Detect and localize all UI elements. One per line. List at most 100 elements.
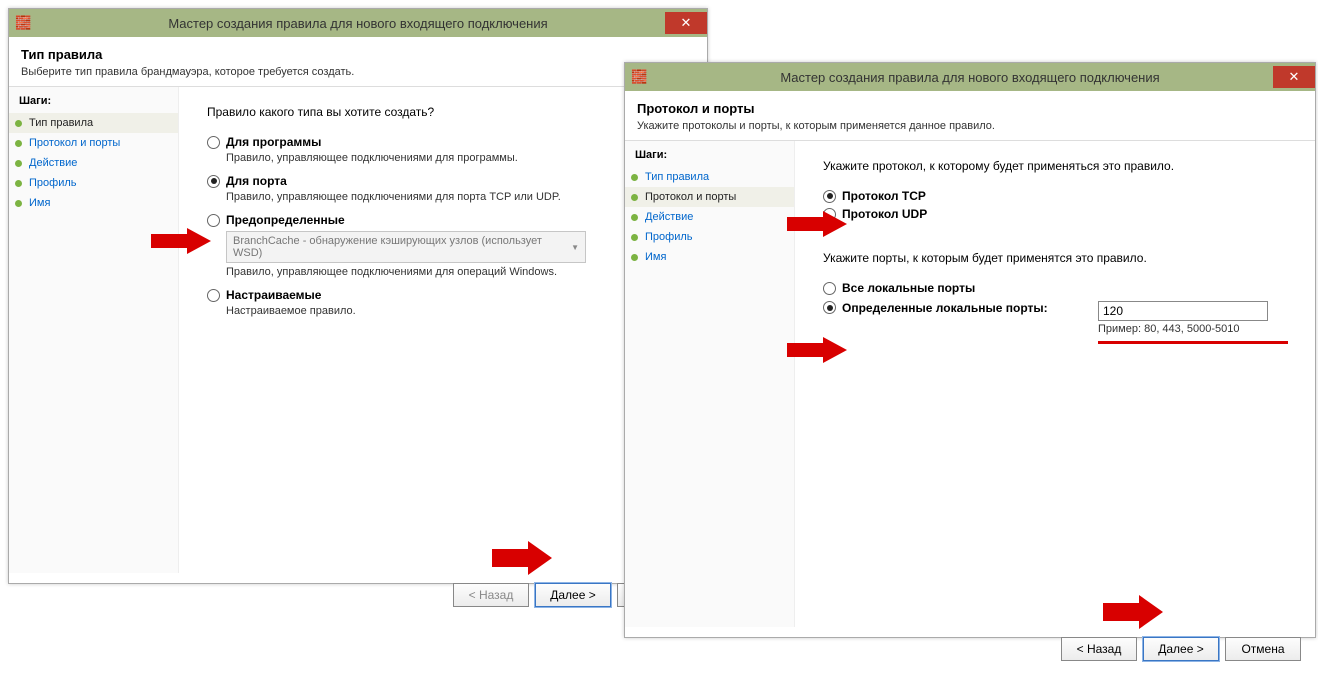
option-all-ports: Все локальные порты <box>823 281 1297 295</box>
step-protocol-ports[interactable]: Протокол и порты <box>9 133 178 153</box>
step-dot-icon <box>631 254 638 261</box>
radio-specific-ports[interactable] <box>823 301 836 314</box>
step-label: Профиль <box>645 231 693 243</box>
question-ports: Укажите порты, к которым будет применятс… <box>823 251 1297 265</box>
back-button[interactable]: < Назад <box>453 583 529 607</box>
step-dot-icon <box>631 214 638 221</box>
step-dot-icon <box>631 174 638 181</box>
option-label: Протокол TCP <box>842 189 926 203</box>
radio-all-ports[interactable] <box>823 282 836 295</box>
ports-input[interactable] <box>1098 301 1268 321</box>
wizard-body: Шаги: Тип правила Протокол и порты Дейст… <box>625 141 1315 627</box>
ports-example: Пример: 80, 443, 5000-5010 <box>1098 323 1288 335</box>
option-custom: Настраиваемые Настраиваемое правило. <box>207 288 689 317</box>
step-profile[interactable]: Профиль <box>625 227 794 247</box>
wizard-window-1: 🧱 Мастер создания правила для нового вхо… <box>8 8 708 584</box>
option-label: Определенные локальные порты: <box>842 301 1092 315</box>
option-row[interactable]: Для программы <box>207 135 689 149</box>
steps-heading: Шаги: <box>625 147 794 167</box>
close-button[interactable]: ✕ <box>1273 66 1315 88</box>
step-label: Протокол и порты <box>29 137 120 149</box>
steps-sidebar: Шаги: Тип правила Протокол и порты Дейст… <box>625 141 795 627</box>
back-button[interactable]: < Назад <box>1061 637 1137 661</box>
main-panel: Укажите протокол, к которому будет приме… <box>795 141 1315 627</box>
close-icon: ✕ <box>1289 69 1300 85</box>
wizard-buttons: < Назад Далее > Отмена <box>9 573 707 619</box>
step-label: Имя <box>29 197 50 209</box>
step-label: Имя <box>645 251 666 263</box>
steps-heading: Шаги: <box>9 93 178 113</box>
option-desc: Правило, управляющее подключениями для п… <box>226 191 689 203</box>
predefined-combo[interactable]: BranchCache - обнаружение кэширующих узл… <box>226 231 586 263</box>
next-button[interactable]: Далее > <box>1143 637 1219 661</box>
page-title: Тип правила <box>21 47 695 62</box>
wizard-window-2: 🧱 Мастер создания правила для нового вхо… <box>624 62 1316 638</box>
step-name[interactable]: Имя <box>9 193 178 213</box>
page-subtitle: Выберите тип правила брандмауэра, которо… <box>21 66 695 78</box>
next-button[interactable]: Далее > <box>535 583 611 607</box>
step-dot-icon <box>631 194 638 201</box>
step-rule-type[interactable]: Тип правила <box>9 113 178 133</box>
step-rule-type[interactable]: Тип правила <box>625 167 794 187</box>
question-text: Правило какого типа вы хотите создать? <box>207 105 689 119</box>
radio-udp[interactable] <box>823 208 836 221</box>
red-underline-annotation <box>1098 341 1288 344</box>
step-dot-icon <box>15 200 22 207</box>
option-row[interactable]: Протокол UDP <box>823 207 1297 221</box>
option-program: Для программы Правило, управляющее подкл… <box>207 135 689 164</box>
chevron-down-icon: ▼ <box>571 243 579 252</box>
option-row[interactable]: Для порта <box>207 174 689 188</box>
option-row[interactable]: Определенные локальные порты: Пример: 80… <box>823 301 1297 344</box>
window-title: Мастер создания правила для нового входя… <box>9 16 707 31</box>
wizard-buttons: < Назад Далее > Отмена <box>625 627 1315 673</box>
option-row[interactable]: Протокол TCP <box>823 189 1297 203</box>
option-specific-ports: Определенные локальные порты: Пример: 80… <box>823 301 1297 344</box>
option-port: Для порта Правило, управляющее подключен… <box>207 174 689 203</box>
firewall-brick-icon: 🧱 <box>15 15 31 31</box>
option-label: Предопределенные <box>226 213 345 227</box>
combo-value: BranchCache - обнаружение кэширующих узл… <box>233 235 571 259</box>
step-name[interactable]: Имя <box>625 247 794 267</box>
page-title: Протокол и порты <box>637 101 1303 116</box>
close-button[interactable]: ✕ <box>665 12 707 34</box>
option-row[interactable]: Предопределенные <box>207 213 689 227</box>
steps-sidebar: Шаги: Тип правила Протокол и порты Дейст… <box>9 87 179 573</box>
radio-program[interactable] <box>207 136 220 149</box>
step-dot-icon <box>15 180 22 187</box>
option-desc: Правило, управляющее подключениями для п… <box>226 152 689 164</box>
step-label: Протокол и порты <box>645 191 736 203</box>
radio-port[interactable] <box>207 175 220 188</box>
step-dot-icon <box>15 140 22 147</box>
step-protocol-ports[interactable]: Протокол и порты <box>625 187 794 207</box>
window-title: Мастер создания правила для нового входя… <box>625 70 1315 85</box>
wizard-header: Тип правила Выберите тип правила брандма… <box>9 37 707 87</box>
radio-predefined[interactable] <box>207 214 220 227</box>
firewall-brick-icon: 🧱 <box>631 69 647 85</box>
option-label: Протокол UDP <box>842 207 927 221</box>
cancel-button[interactable]: Отмена <box>1225 637 1301 661</box>
radio-custom[interactable] <box>207 289 220 302</box>
step-label: Действие <box>645 211 693 223</box>
step-dot-icon <box>631 234 638 241</box>
step-label: Тип правила <box>29 117 93 129</box>
option-label: Для порта <box>226 174 287 188</box>
step-action[interactable]: Действие <box>9 153 178 173</box>
step-label: Тип правила <box>645 171 709 183</box>
titlebar: 🧱 Мастер создания правила для нового вхо… <box>625 63 1315 91</box>
option-desc: Правило, управляющее подключениями для о… <box>226 266 689 278</box>
step-dot-icon <box>15 120 22 127</box>
page-subtitle: Укажите протоколы и порты, к которым при… <box>637 120 1303 132</box>
step-label: Действие <box>29 157 77 169</box>
option-label: Все локальные порты <box>842 281 975 295</box>
option-label: Для программы <box>226 135 321 149</box>
step-action[interactable]: Действие <box>625 207 794 227</box>
option-row[interactable]: Все локальные порты <box>823 281 1297 295</box>
wizard-body: Шаги: Тип правила Протокол и порты Дейст… <box>9 87 707 573</box>
titlebar: 🧱 Мастер создания правила для нового вхо… <box>9 9 707 37</box>
radio-tcp[interactable] <box>823 190 836 203</box>
option-row[interactable]: Настраиваемые <box>207 288 689 302</box>
close-icon: ✕ <box>681 15 692 31</box>
step-dot-icon <box>15 160 22 167</box>
step-label: Профиль <box>29 177 77 189</box>
step-profile[interactable]: Профиль <box>9 173 178 193</box>
